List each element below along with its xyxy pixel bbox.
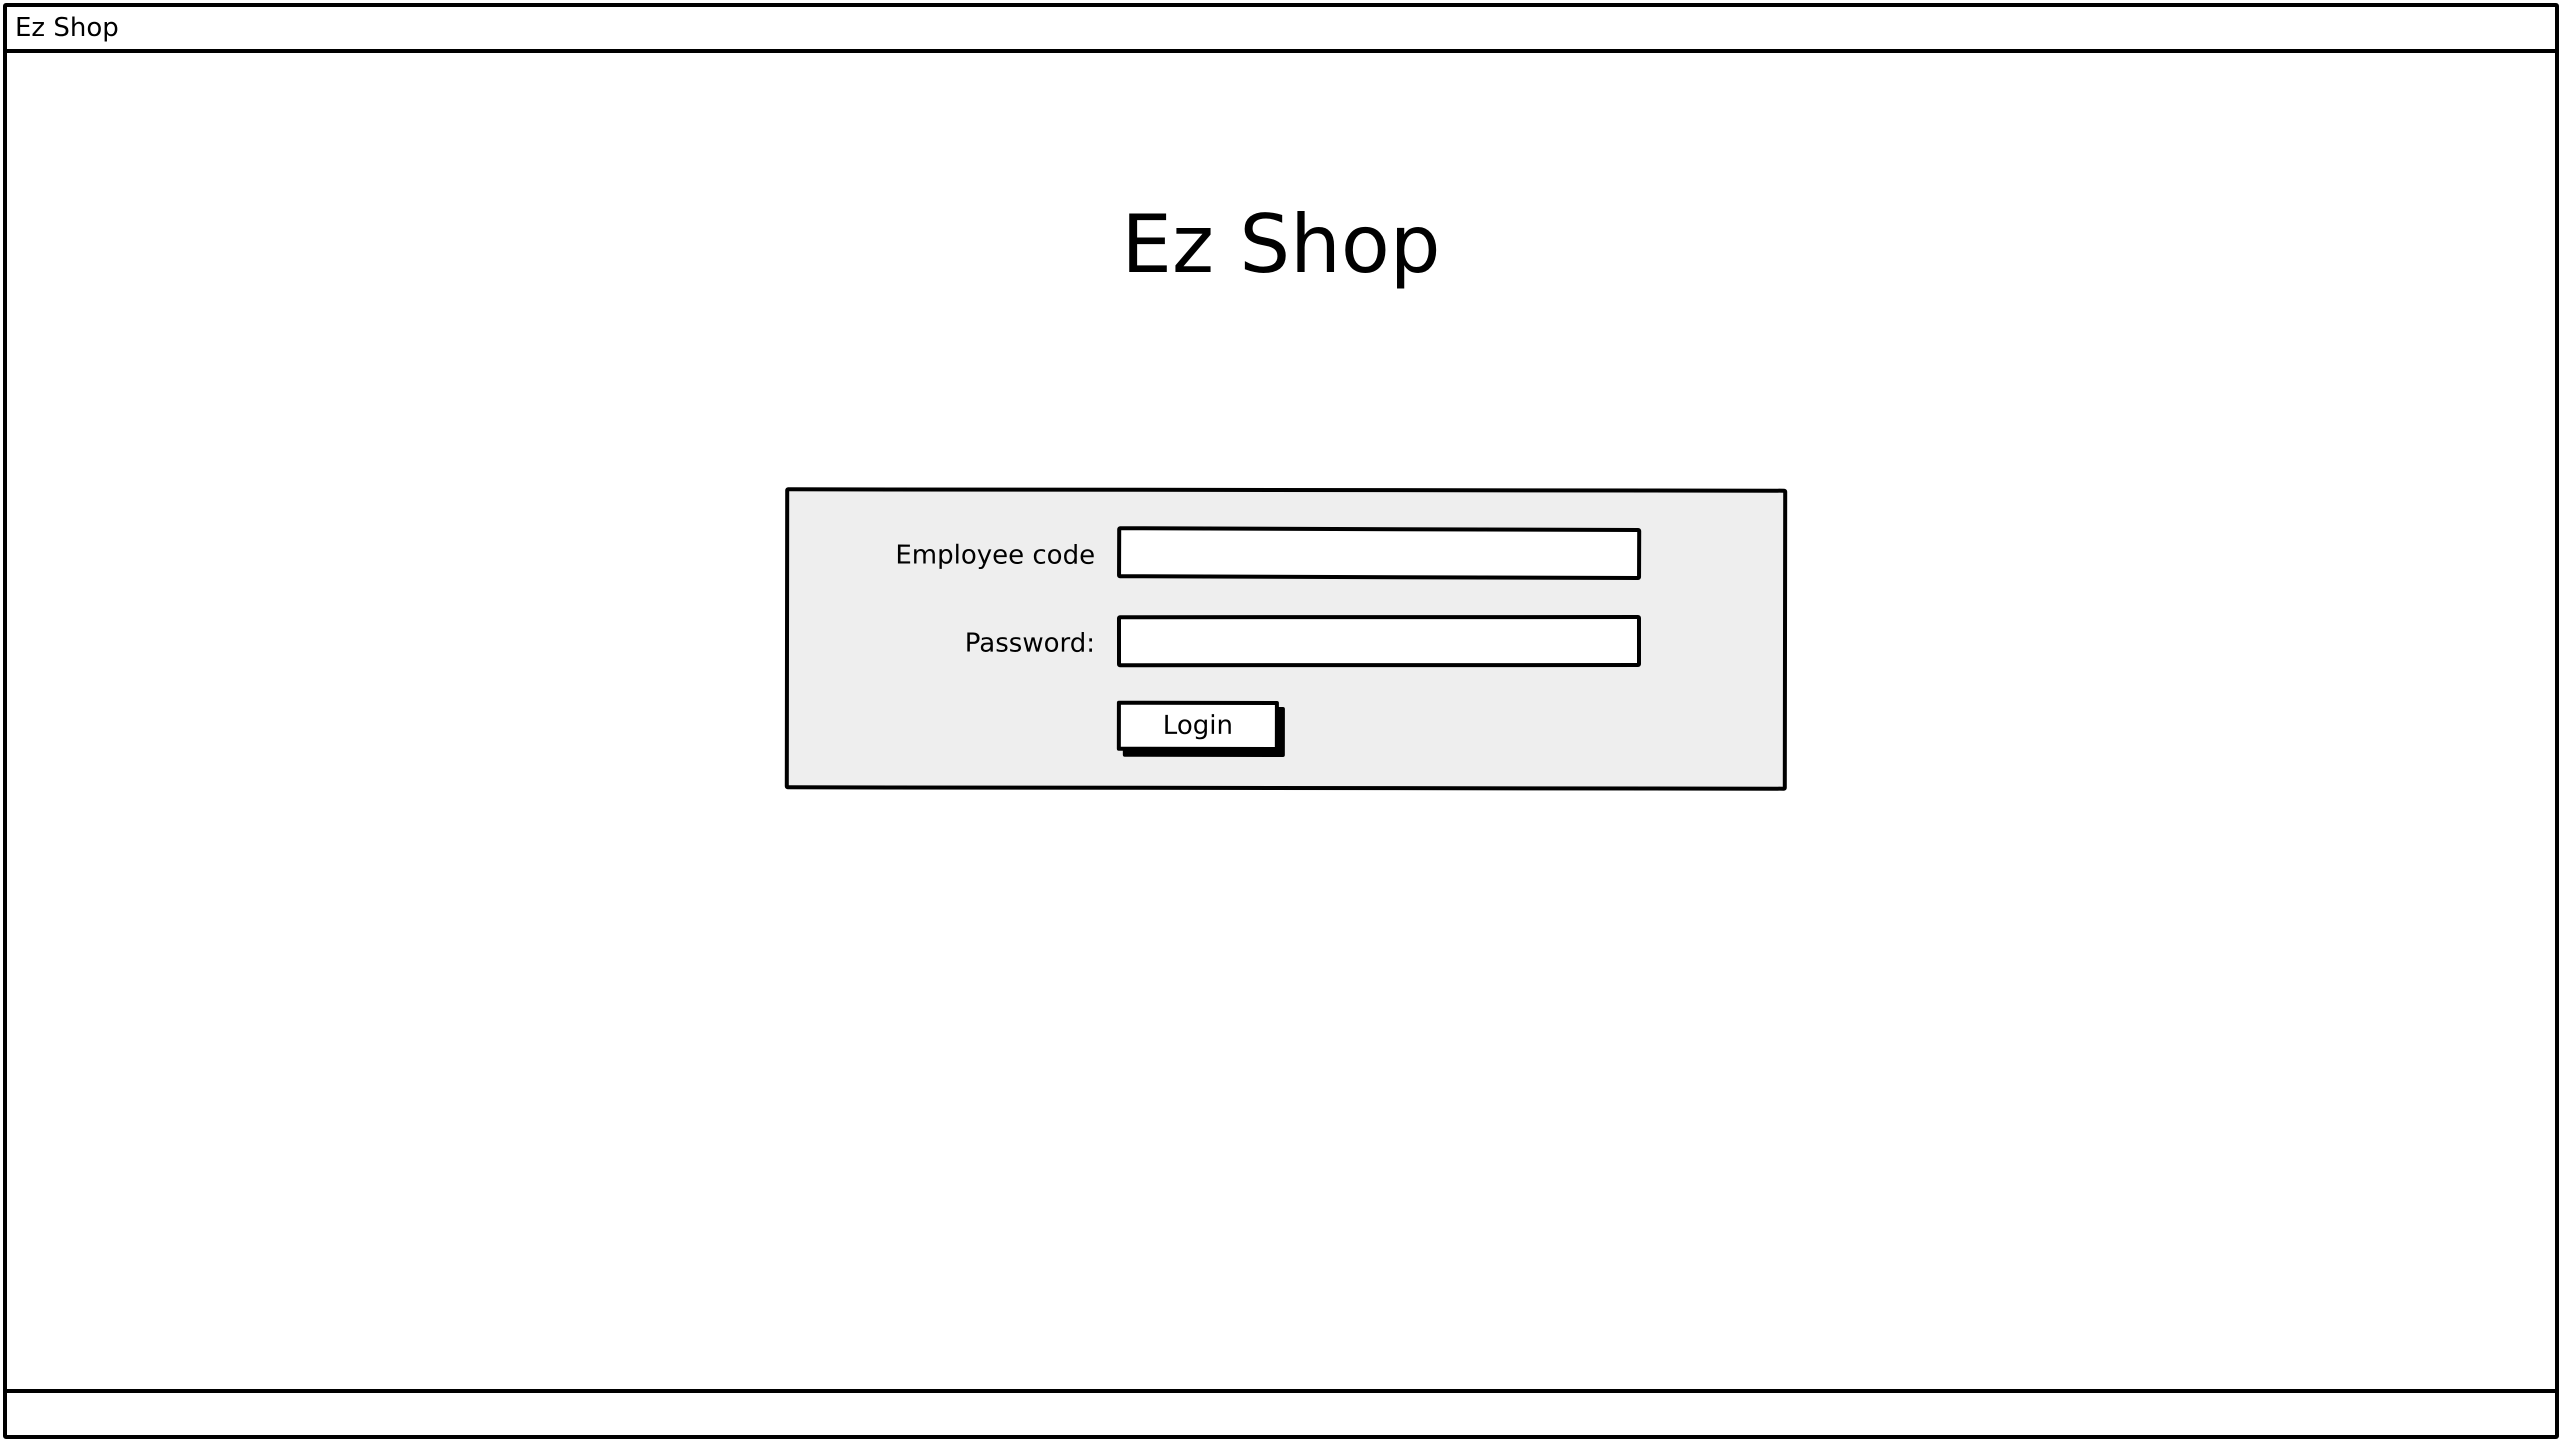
title-bar: Ez Shop <box>7 7 2555 53</box>
employee-code-input[interactable] <box>1117 526 1642 581</box>
page-title: Ez Shop <box>1121 198 1441 291</box>
window-title: Ez Shop <box>15 13 119 43</box>
app-window: Ez Shop Ez Shop Employee code Password: … <box>3 3 2559 1439</box>
login-panel: Employee code Password: Login <box>784 487 1788 791</box>
password-input[interactable] <box>1116 615 1642 668</box>
status-bar <box>7 1389 2555 1435</box>
password-label: Password: <box>964 628 1096 659</box>
login-button[interactable]: Login <box>1116 700 1279 751</box>
employee-code-label: Employee code <box>895 540 1096 571</box>
